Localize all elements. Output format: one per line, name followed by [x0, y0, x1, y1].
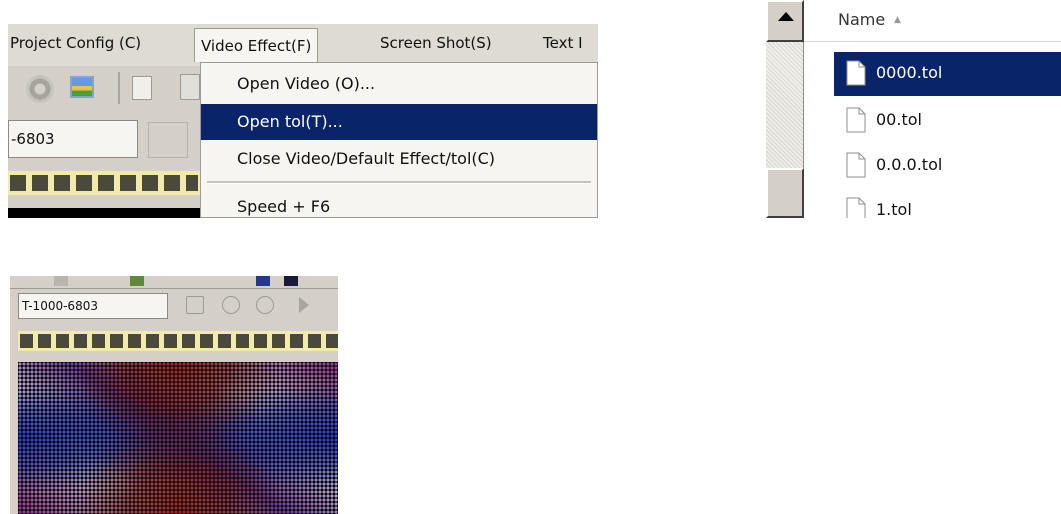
toolbar-icon[interactable]	[54, 276, 68, 286]
up-arrow-icon	[778, 12, 794, 21]
file-icon	[846, 107, 866, 133]
file-list-panel: Name ▲ 0000.tol 00.tol 0.0.0.tol 1.tol	[766, 0, 1061, 218]
toolbar-top-edge	[10, 276, 338, 289]
file-icon	[846, 197, 866, 218]
led-preview-canvas	[18, 362, 338, 514]
menu-video-effect[interactable]: Video Effect(F)	[194, 28, 319, 62]
scroll-up-button[interactable]	[766, 0, 804, 42]
video-effect-dropdown: Open Video (O)... Open tol(T)... Close V…	[200, 62, 598, 218]
copy-icon[interactable]	[180, 74, 200, 100]
document-icon[interactable]	[132, 76, 152, 100]
led-preview-edge	[8, 208, 200, 218]
file-icon	[846, 152, 866, 178]
effect-name-field[interactable]: T-1000-6803	[18, 293, 168, 319]
menu-text[interactable]: Text I	[543, 34, 583, 52]
file-name: 0.0.0.tol	[876, 155, 943, 174]
play-icon[interactable]	[299, 297, 309, 313]
picture-icon[interactable]	[130, 276, 144, 286]
menu-item-close-video[interactable]: Close Video/Default Effect/tol(C)	[201, 141, 597, 177]
vertical-scrollbar[interactable]	[766, 0, 804, 218]
gear-icon[interactable]	[26, 75, 54, 103]
menu-item-open-tol[interactable]: Open tol(T)...	[201, 104, 597, 140]
picture-icon[interactable]	[70, 76, 94, 98]
column-header-label: Name	[838, 10, 886, 29]
file-row[interactable]: 0.0.0.tol	[834, 144, 1061, 188]
menu-separator	[207, 181, 591, 184]
toolbar	[8, 66, 208, 114]
timeline-segments	[20, 334, 338, 348]
preview-button[interactable]	[148, 122, 188, 158]
toolbar-icon[interactable]	[256, 276, 270, 286]
toolbar-separator	[118, 72, 120, 104]
file-name: 1.tol	[876, 200, 912, 218]
effect-name-field[interactable]: -6803	[8, 120, 138, 158]
menu-panel: Project Config (C) Video Effect(F) Scree…	[8, 24, 598, 218]
menu-item-speed-up[interactable]: Speed + F6	[201, 189, 597, 218]
file-icon	[846, 60, 866, 86]
file-row[interactable]: 0000.tol	[834, 52, 1061, 96]
menu-project-config[interactable]: Project Config (C)	[10, 34, 141, 52]
file-row[interactable]: 00.tol	[834, 99, 1061, 143]
menu-screen-shot[interactable]: Screen Shot(S)	[380, 34, 492, 52]
pause-icon[interactable]	[256, 296, 274, 314]
file-row[interactable]: 1.tol	[834, 189, 1061, 218]
preview-panel: T-1000-6803	[10, 276, 338, 514]
file-name: 0000.tol	[876, 63, 943, 82]
column-header-name[interactable]: Name ▲	[804, 0, 1061, 42]
sort-ascending-icon: ▲	[894, 15, 901, 25]
timeline-segments	[10, 175, 198, 191]
file-name: 00.tol	[876, 110, 922, 129]
menu-bar: Project Config (C) Video Effect(F) Scree…	[8, 24, 598, 66]
menu-item-open-video[interactable]: Open Video (O)...	[201, 66, 597, 102]
stop-icon[interactable]	[222, 296, 240, 314]
toolbar-icon[interactable]	[284, 276, 298, 286]
scroll-thumb[interactable]	[766, 168, 804, 218]
search-icon[interactable]	[186, 296, 204, 314]
